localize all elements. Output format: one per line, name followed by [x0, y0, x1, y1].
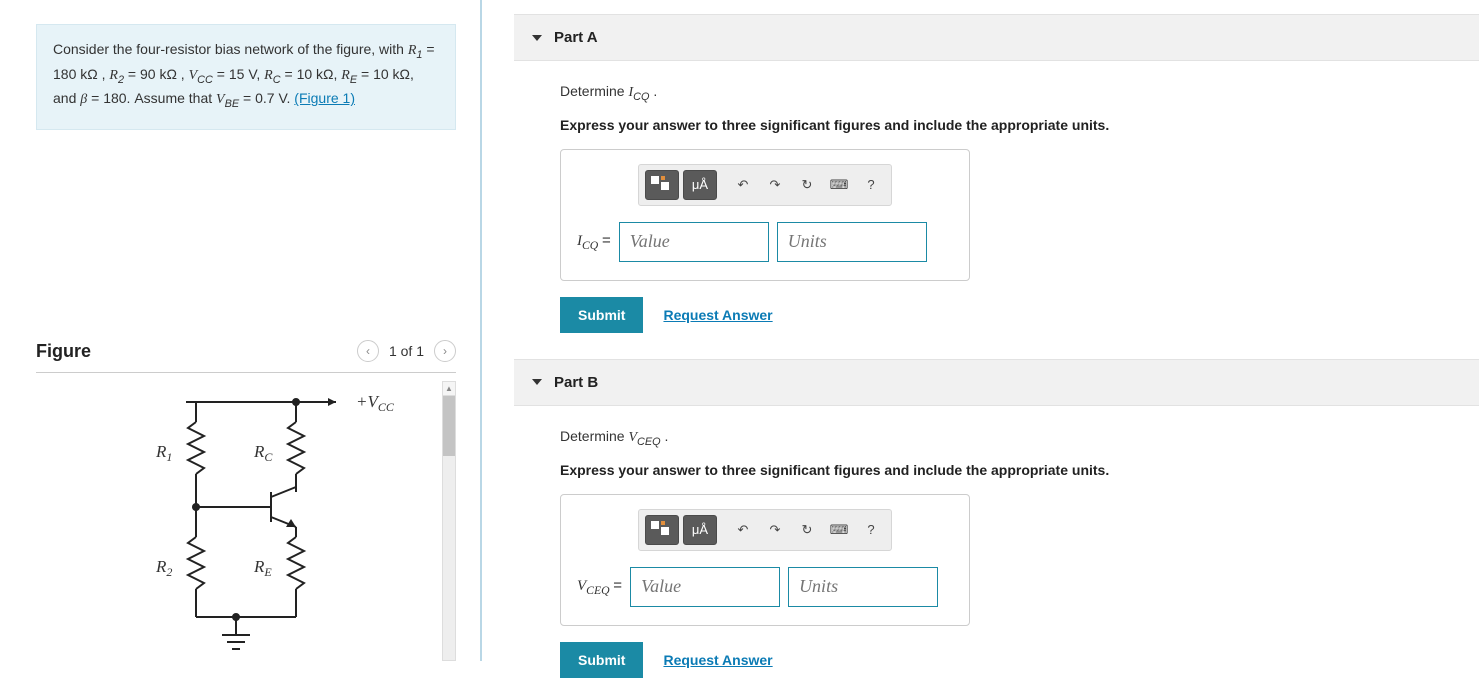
problem-text-prefix: Consider the four-resistor bias network … — [53, 41, 408, 57]
part-b-body: Determine VCEQ . Express your answer to … — [514, 406, 1479, 686]
part-a-body: Determine ICQ . Express your answer to t… — [514, 61, 1479, 341]
part-b-title: Part B — [554, 374, 598, 391]
help-button[interactable]: ? — [857, 515, 885, 545]
svg-text:R2: R2 — [155, 557, 172, 579]
part-a-answer-box: μÅ ↶ ↷ ↻ ⌨ ? ICQ = — [560, 149, 970, 281]
circuit-svg: +VCC R1 RC R2 RE — [36, 377, 436, 662]
redo-button[interactable]: ↷ — [761, 515, 789, 545]
svg-text:R1: R1 — [155, 442, 172, 464]
var-Vbe: V — [216, 92, 225, 107]
var-Vcc: V — [189, 68, 198, 83]
keyboard-button[interactable]: ⌨ — [825, 515, 853, 545]
part-b-units-input[interactable] — [788, 567, 938, 607]
figure-prev-button[interactable]: ‹ — [357, 340, 379, 362]
units-button[interactable]: μÅ — [683, 170, 717, 200]
part-a-instructions: Express your answer to three significant… — [560, 117, 1479, 133]
figure-next-button[interactable]: › — [434, 340, 456, 362]
part-b-prompt: Determine VCEQ . — [560, 428, 1479, 448]
part-b-toolbar: μÅ ↶ ↷ ↻ ⌨ ? — [638, 509, 892, 551]
figure-scrollbar[interactable]: ▲ — [442, 381, 456, 661]
var-R2: R — [109, 68, 118, 83]
reset-button[interactable]: ↻ — [793, 170, 821, 200]
var-Re: R — [341, 68, 350, 83]
left-pane: Consider the four-resistor bias network … — [0, 0, 478, 661]
part-b-answer-box: μÅ ↶ ↷ ↻ ⌨ ? VCEQ = — [560, 494, 970, 626]
var-Rc: R — [264, 68, 273, 83]
scroll-thumb[interactable] — [443, 396, 455, 456]
problem-statement: Consider the four-resistor bias network … — [36, 24, 456, 130]
figure-header: Figure ‹ 1 of 1 › — [36, 340, 456, 373]
circuit-figure: +VCC R1 RC R2 RE ▲ — [36, 377, 456, 667]
part-a-title: Part A — [554, 29, 598, 46]
svg-text:+VCC: +VCC — [356, 392, 395, 414]
part-b-value-input[interactable] — [630, 567, 780, 607]
units-button[interactable]: μÅ — [683, 515, 717, 545]
scroll-up-icon[interactable]: ▲ — [443, 382, 455, 396]
part-a-var-label: ICQ = — [577, 232, 611, 252]
part-a-value-input[interactable] — [619, 222, 769, 262]
templates-button[interactable] — [645, 515, 679, 545]
part-a-request-answer-link[interactable]: Request Answer — [663, 307, 772, 323]
templates-button[interactable] — [645, 170, 679, 200]
part-b-header[interactable]: Part B — [514, 359, 1479, 406]
caret-down-icon — [532, 379, 542, 385]
keyboard-button[interactable]: ⌨ — [825, 170, 853, 200]
part-b-var-label: VCEQ = — [577, 577, 622, 597]
reset-button[interactable]: ↻ — [793, 515, 821, 545]
right-pane: Part A Determine ICQ . Express your answ… — [484, 0, 1479, 661]
svg-text:RE: RE — [253, 557, 272, 579]
part-b-request-answer-link[interactable]: Request Answer — [663, 652, 772, 668]
part-b-submit-button[interactable]: Submit — [560, 642, 643, 678]
figure-counter: 1 of 1 — [389, 343, 424, 359]
part-a-prompt: Determine ICQ . — [560, 83, 1479, 103]
figure-heading: Figure — [36, 341, 91, 362]
part-a-toolbar: μÅ ↶ ↷ ↻ ⌨ ? — [638, 164, 892, 206]
part-b-instructions: Express your answer to three significant… — [560, 462, 1479, 478]
caret-down-icon — [532, 35, 542, 41]
pane-divider — [478, 0, 484, 661]
part-a-header[interactable]: Part A — [514, 14, 1479, 61]
part-a-units-input[interactable] — [777, 222, 927, 262]
undo-button[interactable]: ↶ — [729, 515, 757, 545]
figure-link[interactable]: (Figure 1) — [294, 90, 355, 106]
part-a-submit-button[interactable]: Submit — [560, 297, 643, 333]
svg-text:RC: RC — [253, 442, 273, 464]
undo-button[interactable]: ↶ — [729, 170, 757, 200]
help-button[interactable]: ? — [857, 170, 885, 200]
redo-button[interactable]: ↷ — [761, 170, 789, 200]
